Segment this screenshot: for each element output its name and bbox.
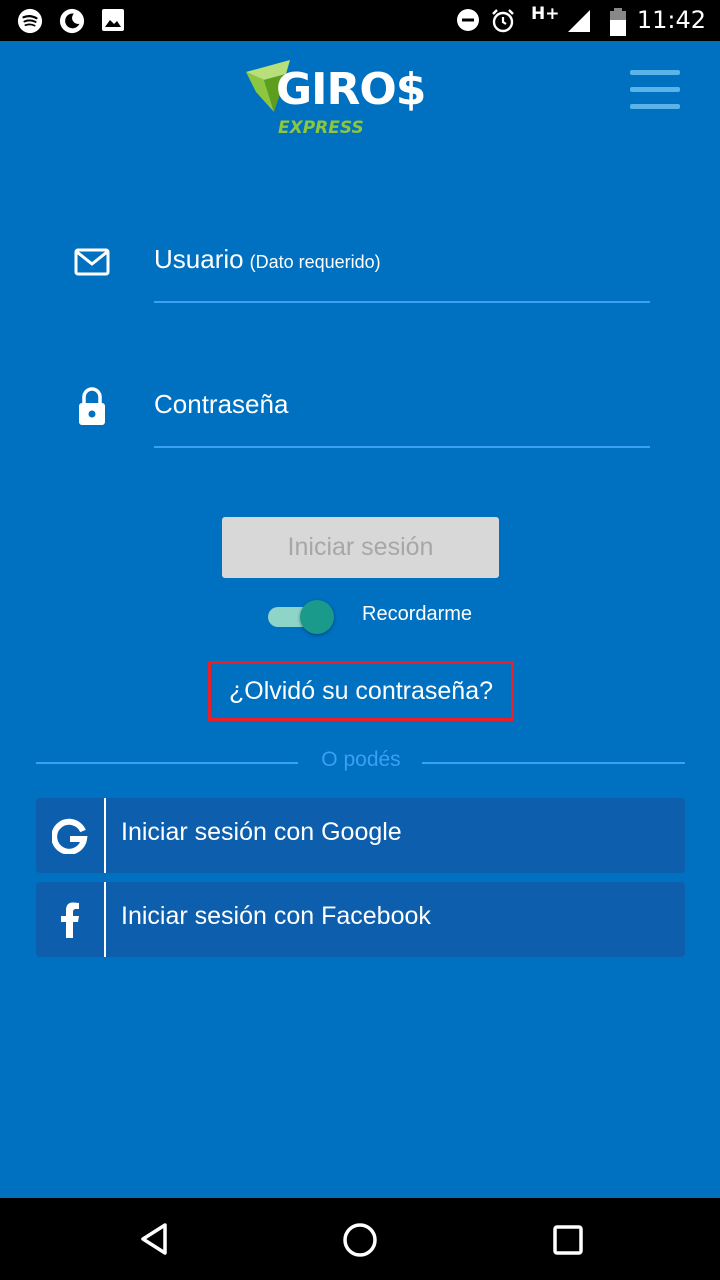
password-field[interactable]: Contraseña: [0, 383, 720, 453]
logo-subtitle: EXPRESS: [278, 118, 364, 138]
remember-toggle[interactable]: [268, 600, 334, 634]
username-label: Usuario (Dato requerido): [154, 244, 381, 274]
facebook-separator: [104, 882, 106, 957]
home-icon[interactable]: [342, 1222, 378, 1258]
login-button[interactable]: Iniciar sesión: [222, 517, 499, 578]
battery-icon: [610, 8, 626, 36]
google-icon: [36, 798, 104, 873]
username-field[interactable]: Usuario (Dato requerido): [0, 238, 720, 308]
toggle-thumb: [300, 600, 334, 634]
logo-text: GIRO$: [276, 64, 426, 115]
image-icon: [102, 9, 124, 31]
hamburger-menu-icon[interactable]: [630, 70, 684, 110]
divider-line-left: [36, 762, 298, 764]
email-icon: [74, 248, 110, 276]
app-logo: GIRO$ EXPRESS: [246, 60, 456, 144]
facebook-icon: [36, 882, 104, 957]
facebook-login-button[interactable]: Iniciar sesión con Facebook: [36, 882, 685, 957]
lock-icon: [79, 387, 105, 425]
google-separator: [104, 798, 106, 873]
signal-icon: [568, 10, 590, 32]
alarm-icon: [492, 9, 514, 33]
navigation-bar: [0, 1198, 720, 1280]
remember-label: Recordarme: [362, 603, 473, 625]
username-underline: [154, 301, 650, 303]
facebook-login-label: Iniciar sesión con Facebook: [121, 902, 431, 930]
back-icon[interactable]: [138, 1222, 170, 1256]
divider-label: O podés: [321, 748, 401, 771]
forgot-password-link[interactable]: ¿Olvidó su contraseña?: [208, 661, 514, 721]
google-login-label: Iniciar sesión con Google: [121, 818, 402, 846]
do-not-disturb-icon: [457, 9, 479, 31]
spotify-icon: [17, 8, 43, 34]
network-type: H+: [531, 4, 560, 24]
recents-icon[interactable]: [553, 1225, 583, 1255]
clock: 11:42: [636, 6, 706, 34]
divider-line-right: [422, 762, 685, 764]
google-login-button[interactable]: Iniciar sesión con Google: [36, 798, 685, 873]
status-bar: H+ 11:42: [0, 0, 720, 41]
moon-icon: [59, 8, 85, 34]
password-underline: [154, 446, 650, 448]
password-label: Contraseña: [154, 389, 289, 419]
